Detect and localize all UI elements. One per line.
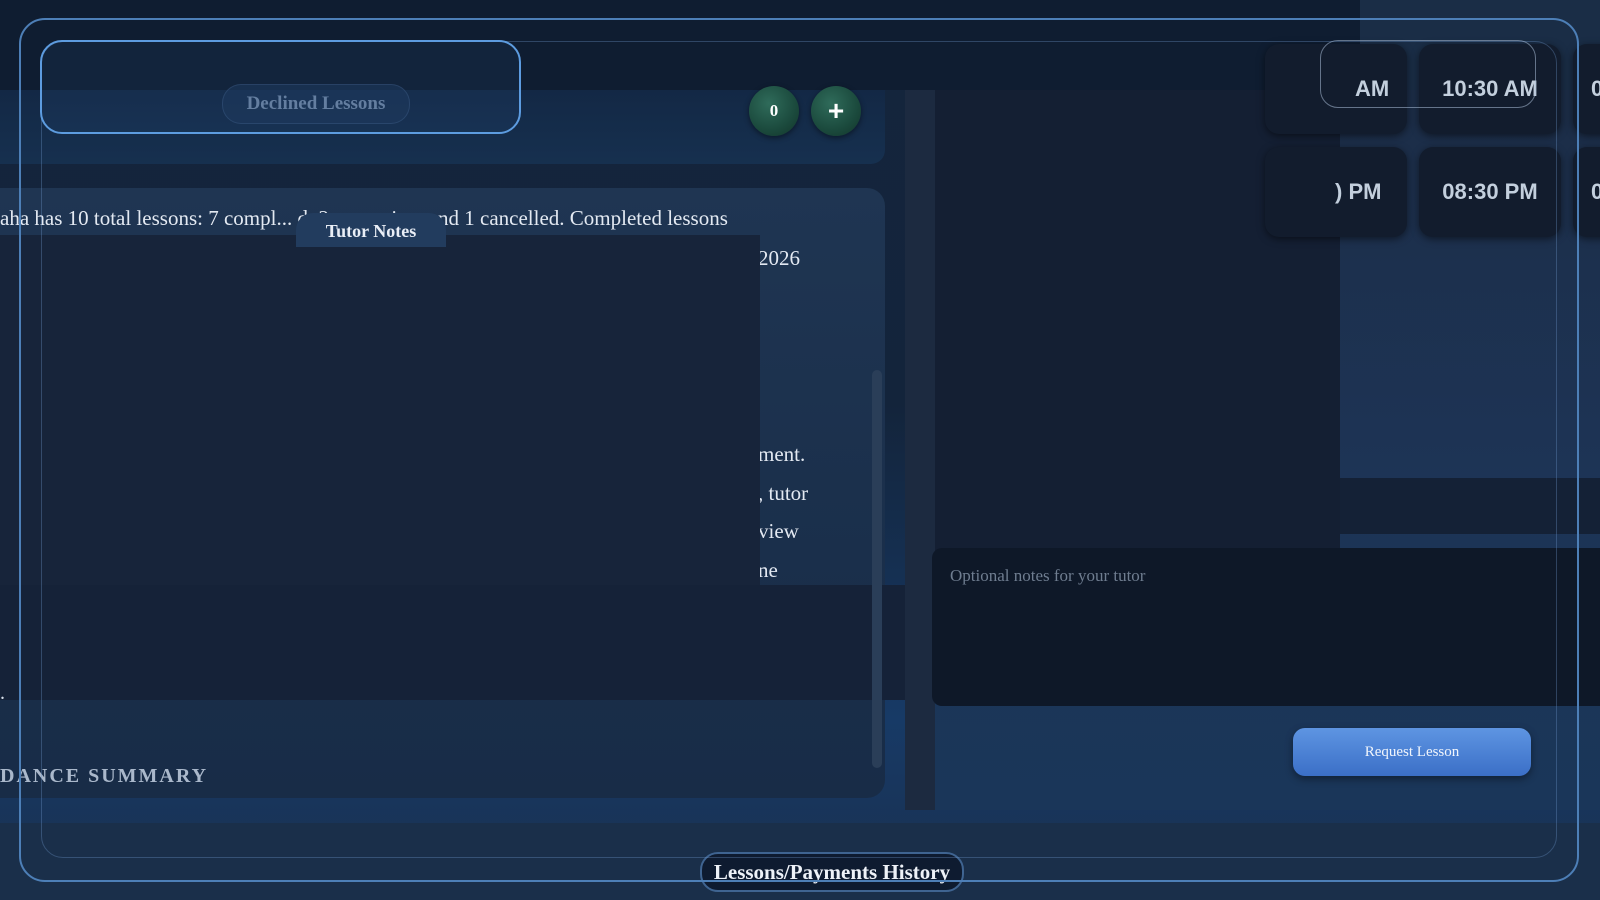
lessons-payments-history-tab[interactable]: Lessons/Payments History (700, 852, 964, 892)
tutor-notes-tab[interactable]: Tutor Notes (296, 213, 446, 247)
summary-fragment: view (758, 519, 799, 543)
time-slot[interactable]: 0 (1573, 44, 1600, 134)
time-slot[interactable]: 0 (1573, 147, 1600, 237)
summary-fragment: ment. (758, 442, 806, 466)
time-slot[interactable]: 08:30 PM (1419, 147, 1561, 237)
add-lesson-button[interactable]: + (811, 86, 861, 136)
plus-icon: + (827, 95, 845, 126)
summary-fragment: , tutor (758, 481, 809, 505)
focus-highlight (40, 40, 521, 134)
notes-label-bar (1340, 478, 1600, 534)
summary-fragment: ne (758, 558, 778, 582)
panel-divider (905, 90, 935, 810)
notes-placeholder: Optional notes for your tutor (950, 566, 1146, 585)
attendance-summary-heading: DANCE SUMMARY (0, 765, 209, 787)
app-window: Declined Lessons 0 + aha has 10 total le… (0, 0, 1600, 900)
summary-fragment: . (0, 682, 5, 704)
time-slot[interactable]: ) PM (1265, 147, 1407, 237)
summary-fragment: 2026 (758, 246, 800, 270)
focus-highlight-right (1320, 40, 1536, 108)
overlay-band (0, 585, 932, 700)
declined-count-badge[interactable]: 0 (749, 86, 799, 136)
tutor-notes-overlay (0, 235, 760, 585)
request-lesson-button[interactable]: Request Lesson (1293, 728, 1531, 776)
scrollbar[interactable] (872, 370, 882, 768)
